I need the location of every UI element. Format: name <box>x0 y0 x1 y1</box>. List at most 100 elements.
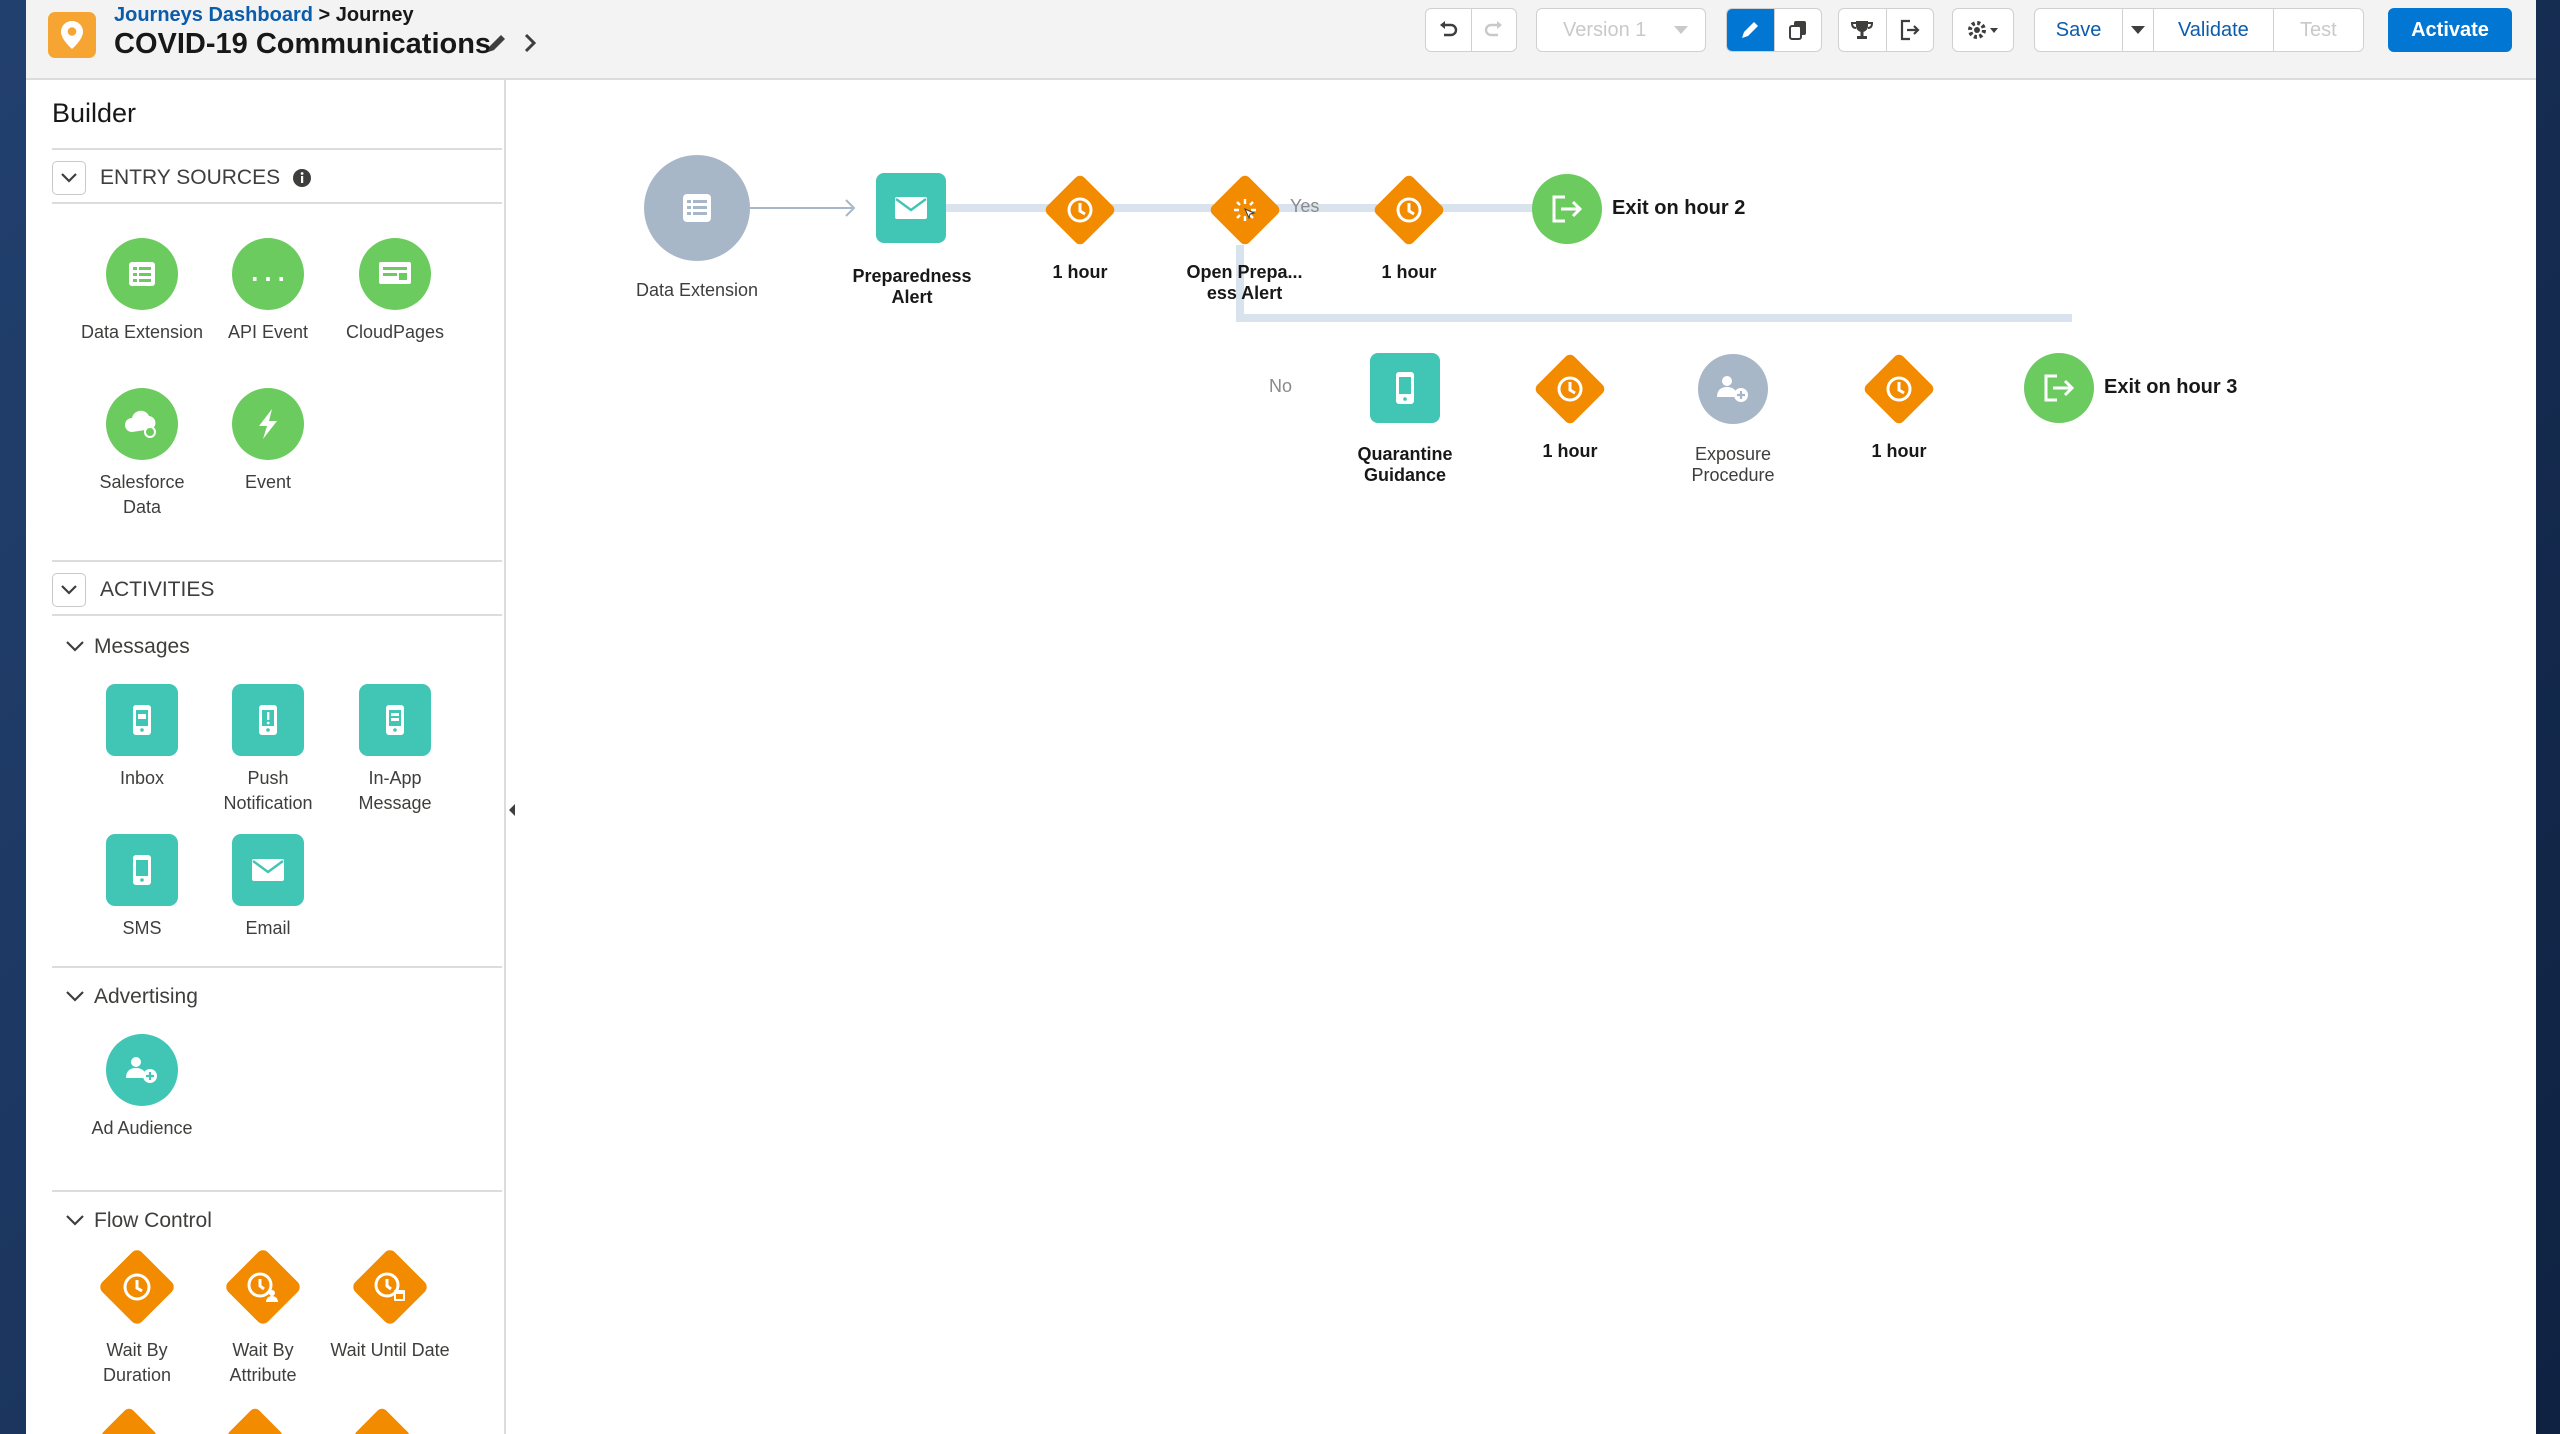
ad-audience-icon <box>106 1034 178 1106</box>
node-label: 1 hour <box>1052 262 1108 282</box>
branch-yes-label: Yes <box>1290 196 1320 216</box>
flow-control-subheader[interactable]: Flow Control <box>66 1206 212 1236</box>
settings-menu-button[interactable] <box>1952 8 2014 52</box>
palette-item-cloudpages[interactable]: CloudPages <box>331 238 459 345</box>
collapse-toggle[interactable] <box>52 161 86 195</box>
branch-no-label: No <box>1267 376 1295 397</box>
chevron-down-icon <box>66 641 84 652</box>
chevron-down-icon <box>66 991 84 1002</box>
cloudpages-icon <box>359 238 431 310</box>
entry-sources-header[interactable]: ENTRY SOURCES <box>52 160 312 196</box>
activate-button[interactable]: Activate <box>2388 8 2512 52</box>
version-select[interactable]: Version 1 <box>1536 8 1706 52</box>
node-label: 1 hour <box>1381 262 1437 282</box>
palette-item-ad-audience[interactable]: Ad Audience <box>78 1034 206 1141</box>
palette-item-partial[interactable] <box>225 1406 285 1434</box>
exit-icon <box>1900 19 1920 41</box>
journey-canvas[interactable]: Data Extension Preparedness Alert 1 hour… <box>522 80 2536 1434</box>
chevron-down-icon <box>61 585 77 595</box>
info-icon[interactable] <box>292 168 312 188</box>
exit-node[interactable] <box>1532 174 1602 244</box>
email-icon <box>232 834 304 906</box>
palette-item-partial[interactable] <box>352 1406 412 1434</box>
test-button[interactable]: Test <box>2274 9 2363 51</box>
redo-icon <box>1484 21 1502 37</box>
exit-node[interactable] <box>2024 353 2094 423</box>
palette-item-inbox[interactable]: Inbox <box>78 684 206 791</box>
sms-icon <box>1396 372 1414 404</box>
clock-icon <box>1886 376 1912 402</box>
palette-item-in-app-message[interactable]: In-App Message <box>331 684 459 816</box>
wait-duration-icon <box>96 1246 178 1328</box>
activity-node-email[interactable] <box>876 173 946 243</box>
engagement-split-icon <box>1234 199 1256 221</box>
node-label: Data Extension <box>635 280 759 300</box>
palette-item-label: CloudPages <box>345 322 445 342</box>
palette-item-email[interactable]: Email <box>204 834 332 941</box>
push-notification-icon <box>232 684 304 756</box>
gear-icon <box>1968 21 1998 39</box>
chevron-right-icon[interactable] <box>516 29 544 57</box>
save-options-button[interactable] <box>2123 9 2154 51</box>
advertising-label: Advertising <box>94 985 198 1008</box>
palette-item-label: Email <box>245 918 291 938</box>
save-validate-group: Save Validate Test <box>2034 8 2364 52</box>
inbox-icon <box>106 684 178 756</box>
palette-item-wait-until-date[interactable]: Wait Until Date <box>326 1246 454 1363</box>
goal-button[interactable] <box>1839 9 1887 51</box>
node-label: Exit on hour 2 <box>1612 197 1746 219</box>
collapse-toggle[interactable] <box>52 573 86 607</box>
divider <box>52 202 502 204</box>
edit-pencil-icon[interactable] <box>484 30 510 56</box>
activity-node-ad-audience[interactable] <box>1698 354 1768 424</box>
exit-icon <box>2044 374 2075 402</box>
breadcrumb-current: Journey <box>335 4 414 26</box>
chevron-down-icon <box>2131 26 2146 34</box>
activities-header[interactable]: ACTIVITIES <box>52 572 214 608</box>
redo-button[interactable] <box>1472 9 1517 51</box>
edit-mode-button[interactable] <box>1727 9 1775 51</box>
mode-toggle-group <box>1726 8 1822 52</box>
palette-item-api-event[interactable]: {...} API Event <box>204 238 332 345</box>
data-extension-icon <box>106 238 178 310</box>
email-icon <box>895 197 927 219</box>
palette-item-sms[interactable]: SMS <box>78 834 206 941</box>
sms-icon <box>106 834 178 906</box>
chevron-down-icon <box>1674 26 1688 34</box>
chevron-down-icon <box>61 173 77 183</box>
chevron-down-icon <box>66 1215 84 1226</box>
in-app-message-icon <box>359 684 431 756</box>
palette-item-partial[interactable] <box>99 1406 159 1434</box>
exit-icon <box>1552 195 1583 223</box>
activity-node-sms[interactable] <box>1370 353 1440 423</box>
palette-item-label: Event <box>244 472 292 492</box>
goal-exit-group <box>1838 8 1934 52</box>
journey-builder-app: Journeys Dashboard > Journey COVID-19 Co… <box>26 0 2536 1434</box>
undo-button[interactable] <box>1426 9 1472 51</box>
wait-date-icon <box>349 1246 431 1328</box>
palette-item-event[interactable]: Event <box>204 388 332 495</box>
entry-node-data-extension[interactable] <box>644 155 750 261</box>
clock-icon <box>1067 197 1093 223</box>
copy-button[interactable] <box>1775 9 1822 51</box>
palette-item-push-notification[interactable]: Push Notification <box>204 684 332 816</box>
entry-sources-label: ENTRY SOURCES <box>100 166 281 189</box>
exit-criteria-button[interactable] <box>1887 9 1934 51</box>
palette-item-data-extension[interactable]: Data Extension <box>78 238 206 345</box>
node-label: Quarantine Guidance <box>1357 444 1453 485</box>
palette-item-wait-by-attribute[interactable]: Wait By Attribute <box>199 1246 327 1388</box>
palette-item-label: Wait By Attribute <box>229 1340 297 1385</box>
divider <box>52 614 502 616</box>
svg-text:{...}: {...} <box>248 262 288 287</box>
validate-button[interactable]: Validate <box>2154 9 2274 51</box>
messages-subheader[interactable]: Messages <box>66 632 190 662</box>
palette-item-salesforce-data[interactable]: Salesforce Data <box>78 388 206 520</box>
palette-item-label: Inbox <box>119 768 165 788</box>
sidebar-collapse-handle[interactable] <box>504 780 520 840</box>
advertising-subheader[interactable]: Advertising <box>66 982 198 1012</box>
save-button[interactable]: Save <box>2035 9 2124 51</box>
breadcrumb-journeys-dashboard[interactable]: Journeys Dashboard <box>114 4 313 26</box>
palette-item-label: Wait By Duration <box>102 1340 172 1385</box>
palette-item-wait-by-duration[interactable]: Wait By Duration <box>73 1246 201 1388</box>
divider <box>52 1190 502 1192</box>
